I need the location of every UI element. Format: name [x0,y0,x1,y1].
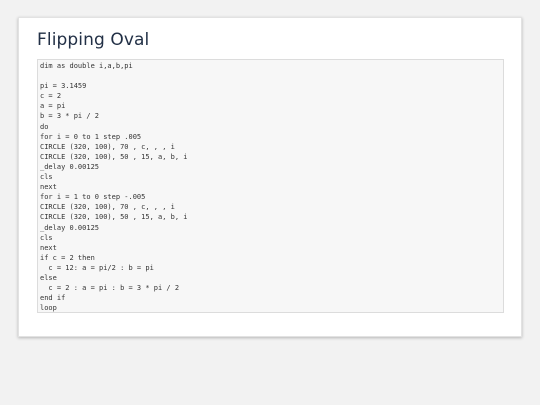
code-line: next [40,183,57,192]
code-line: CIRCLE (320, 100), 50 , 15, a, b, i [40,213,188,222]
code-line: CIRCLE (320, 100), 50 , 15, a, b, i [40,152,188,161]
code-line: if c = 2 then [40,253,95,262]
code-line: pi = 3.1459 [40,82,87,91]
code-line: c = 2 : a = pi : b = 3 * pi / 2 [40,284,180,293]
code-line: dim as double i,a,b,pi [40,62,133,70]
code-line: c = 12: a = pi/2 : b = pi [40,263,154,272]
code-line: do [40,122,49,131]
code-line: else [40,273,57,282]
code-line: for i = 1 to 0 step -.005 [40,193,146,202]
code-block[interactable]: dim as double i,a,b,pi pi = 3.1459 c = 2… [37,59,504,313]
code-line: end if [40,294,66,303]
code-line: _delay 0.00125 [40,223,100,232]
content-card: Flipping Oval dim as double i,a,b,pi pi … [18,17,522,337]
code-line: CIRCLE (320, 100), 70 , c, , , i [40,142,175,151]
code-line: CIRCLE (320, 100), 70 , c, , , i [40,203,175,212]
code-line: c = 2 [40,92,62,101]
code-line: a = pi [40,102,66,111]
code-line: b = 3 * pi / 2 [40,112,100,121]
code-line: cls [40,233,53,242]
code-line: for i = 0 to 1 step .005 [40,132,142,141]
code-line: loop [40,304,57,313]
code-line: next [40,243,57,252]
code-line: _delay 0.00125 [40,162,100,171]
code-line: cls [40,173,53,182]
page-title: Flipping Oval [37,30,150,50]
